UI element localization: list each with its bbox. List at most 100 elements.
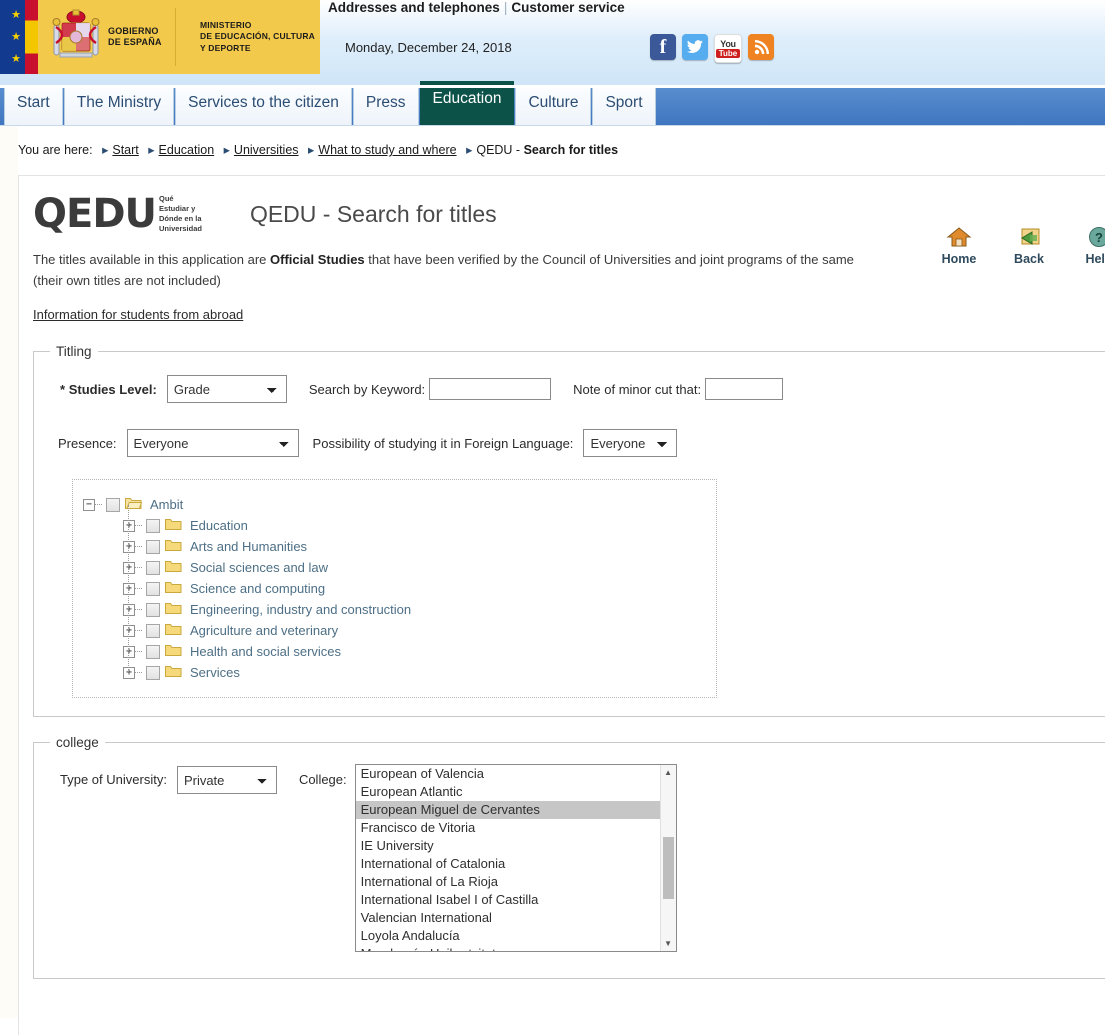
studies-level-select[interactable]: Grade	[167, 375, 287, 403]
government-logo[interactable]: ★ ★ ★	[0, 0, 320, 74]
note-minor-cut-input[interactable]	[705, 378, 783, 400]
scroll-up-icon[interactable]: ▲	[661, 765, 676, 780]
tree-checkbox-engineering-industry-and-construction[interactable]	[146, 603, 160, 617]
tree-checkbox-agriculture-and-veterinary[interactable]	[146, 624, 160, 638]
tree-node-health-and-social-services[interactable]: + Health and social services	[123, 641, 706, 662]
breadcrumb-current: QEDU - Search for titles	[476, 143, 618, 157]
tree-checkbox-science-and-computing[interactable]	[146, 582, 160, 596]
list-item[interactable]: International Isabel I of Castilla	[356, 891, 660, 909]
back-button[interactable]: Back	[1005, 224, 1053, 266]
breadcrumb: You are here: ▸Start ▸Education ▸Univers…	[0, 126, 1105, 157]
list-item[interactable]: Valencian International	[356, 909, 660, 927]
tree-checkbox-education[interactable]	[146, 519, 160, 533]
addresses-telephones-link[interactable]: Addresses and telephones	[328, 0, 500, 15]
tree-node-education[interactable]: + Education	[123, 515, 706, 536]
twitter-icon[interactable]	[682, 34, 708, 60]
tree-node-arts-and-humanities[interactable]: + Arts and Humanities	[123, 536, 706, 557]
tab-press[interactable]: Press	[353, 87, 419, 125]
tree-checkbox-services[interactable]	[146, 666, 160, 680]
tab-sport[interactable]: Sport	[592, 87, 655, 125]
tree-connector	[135, 588, 142, 590]
tree-label-arts-and-humanities[interactable]: Arts and Humanities	[190, 539, 307, 554]
breadcrumb-item-universities[interactable]: Universities	[234, 143, 299, 157]
tree-label-social-sciences-and-law[interactable]: Social sciences and law	[190, 560, 328, 575]
header-link-separator: |	[504, 0, 508, 15]
expand-icon[interactable]: +	[123, 667, 135, 679]
list-item[interactable]: International of La Rioja	[356, 873, 660, 891]
customer-service-link[interactable]: Customer service	[511, 0, 624, 15]
tree-checkbox-arts-and-humanities[interactable]	[146, 540, 160, 554]
tree-node-ambit[interactable]: − Ambit	[83, 494, 706, 515]
facebook-icon[interactable]: f	[650, 34, 676, 60]
page-toolbar: Home Back ? Help	[935, 224, 1105, 266]
type-of-university-select[interactable]: Private	[177, 766, 277, 794]
expand-icon[interactable]: +	[123, 604, 135, 616]
folder-icon	[165, 580, 182, 597]
qedu-logo[interactable]: QEDU Qué Estudiar y Dónde en la Universi…	[33, 194, 202, 235]
information-for-students-from-abroad-link[interactable]: Information for students from abroad	[33, 307, 243, 322]
svg-text:?: ?	[1095, 230, 1103, 245]
breadcrumb-item-education[interactable]: Education	[159, 143, 215, 157]
list-item[interactable]: European Atlantic	[356, 783, 660, 801]
expand-icon[interactable]: +	[123, 541, 135, 553]
list-item[interactable]: International of Catalonia	[356, 855, 660, 873]
tab-the-ministry[interactable]: The Ministry	[64, 87, 174, 125]
list-item[interactable]: European of Valencia	[356, 765, 660, 783]
expand-icon[interactable]: +	[123, 625, 135, 637]
youtube-icon[interactable]: You Tube	[714, 34, 742, 63]
list-item[interactable]: Mondragón Unibertsitatea	[356, 945, 660, 952]
tree-checkbox-ambit[interactable]	[106, 498, 120, 512]
intro-bold: Official Studies	[270, 252, 365, 267]
back-label: Back	[1005, 252, 1053, 266]
tab-education[interactable]: Education	[420, 81, 515, 125]
tree-label-engineering-industry-and-construction[interactable]: Engineering, industry and construction	[190, 602, 411, 617]
list-item[interactable]: IE University	[356, 837, 660, 855]
tree-label-agriculture-and-veterinary[interactable]: Agriculture and veterinary	[190, 623, 338, 638]
breadcrumb-item-what-to-study-and-where[interactable]: What to study and where	[318, 143, 456, 157]
scrollbar-thumb[interactable]	[663, 837, 674, 899]
help-button[interactable]: ? Help	[1075, 224, 1105, 266]
tree-label-health-and-social-services[interactable]: Health and social services	[190, 644, 341, 659]
tree-label-services[interactable]: Services	[190, 665, 240, 680]
list-item[interactable]: Francisco de Vitoria	[356, 819, 660, 837]
foreign-language-label: Possibility of studying it in Foreign La…	[313, 436, 574, 451]
spain-coat-of-arms-icon	[48, 7, 104, 67]
tree-node-services[interactable]: + Services	[123, 662, 706, 683]
breadcrumb-item-start[interactable]: Start	[112, 143, 138, 157]
tree-node-science-and-computing[interactable]: + Science and computing	[123, 578, 706, 599]
rss-icon[interactable]	[748, 34, 774, 60]
tab-start[interactable]: Start	[4, 87, 63, 125]
scroll-down-icon[interactable]: ▼	[661, 936, 676, 951]
expand-icon[interactable]: +	[123, 562, 135, 574]
tree-checkbox-social-sciences-and-law[interactable]	[146, 561, 160, 575]
expand-icon[interactable]: +	[123, 646, 135, 658]
search-keyword-input[interactable]	[429, 378, 551, 400]
foreign-language-select[interactable]: Everyone	[583, 429, 677, 457]
tree-connector	[135, 609, 142, 611]
tree-node-agriculture-and-veterinary[interactable]: + Agriculture and veterinary	[123, 620, 706, 641]
tab-services-to-the-citizen[interactable]: Services to the citizen	[175, 87, 352, 125]
tree-vertical-line	[128, 526, 129, 546]
tree-node-engineering-industry-and-construction[interactable]: + Engineering, industry and construction	[123, 599, 706, 620]
college-listbox[interactable]: European of Valencia European Atlantic E…	[355, 764, 677, 952]
collapse-icon[interactable]: −	[83, 499, 95, 511]
college-scrollbar[interactable]: ▲ ▼	[660, 765, 676, 951]
list-item[interactable]: Loyola Andalucía	[356, 927, 660, 945]
studies-level-label: * Studies Level:	[60, 382, 157, 397]
expand-icon[interactable]: +	[123, 520, 135, 532]
college-legend: college	[50, 735, 105, 750]
tab-culture[interactable]: Culture	[515, 87, 591, 125]
gobierno-de-espana-text: GOBIERNO DE ESPAÑA	[108, 26, 176, 49]
breadcrumb-arrow-icon: ▸	[466, 143, 472, 157]
presence-select[interactable]: Everyone	[127, 429, 299, 457]
tree-label-ambit[interactable]: Ambit	[150, 497, 183, 512]
tree-node-social-sciences-and-law[interactable]: + Social sciences and law	[123, 557, 706, 578]
list-item-selected[interactable]: European Miguel de Cervantes	[356, 801, 660, 819]
tree-checkbox-health-and-social-services[interactable]	[146, 645, 160, 659]
college-option-list: European of Valencia European Atlantic E…	[356, 765, 660, 952]
home-button[interactable]: Home	[935, 224, 983, 266]
expand-icon[interactable]: +	[123, 583, 135, 595]
tree-connector	[135, 672, 142, 674]
tree-label-education[interactable]: Education	[190, 518, 248, 533]
tree-label-science-and-computing[interactable]: Science and computing	[190, 581, 325, 596]
